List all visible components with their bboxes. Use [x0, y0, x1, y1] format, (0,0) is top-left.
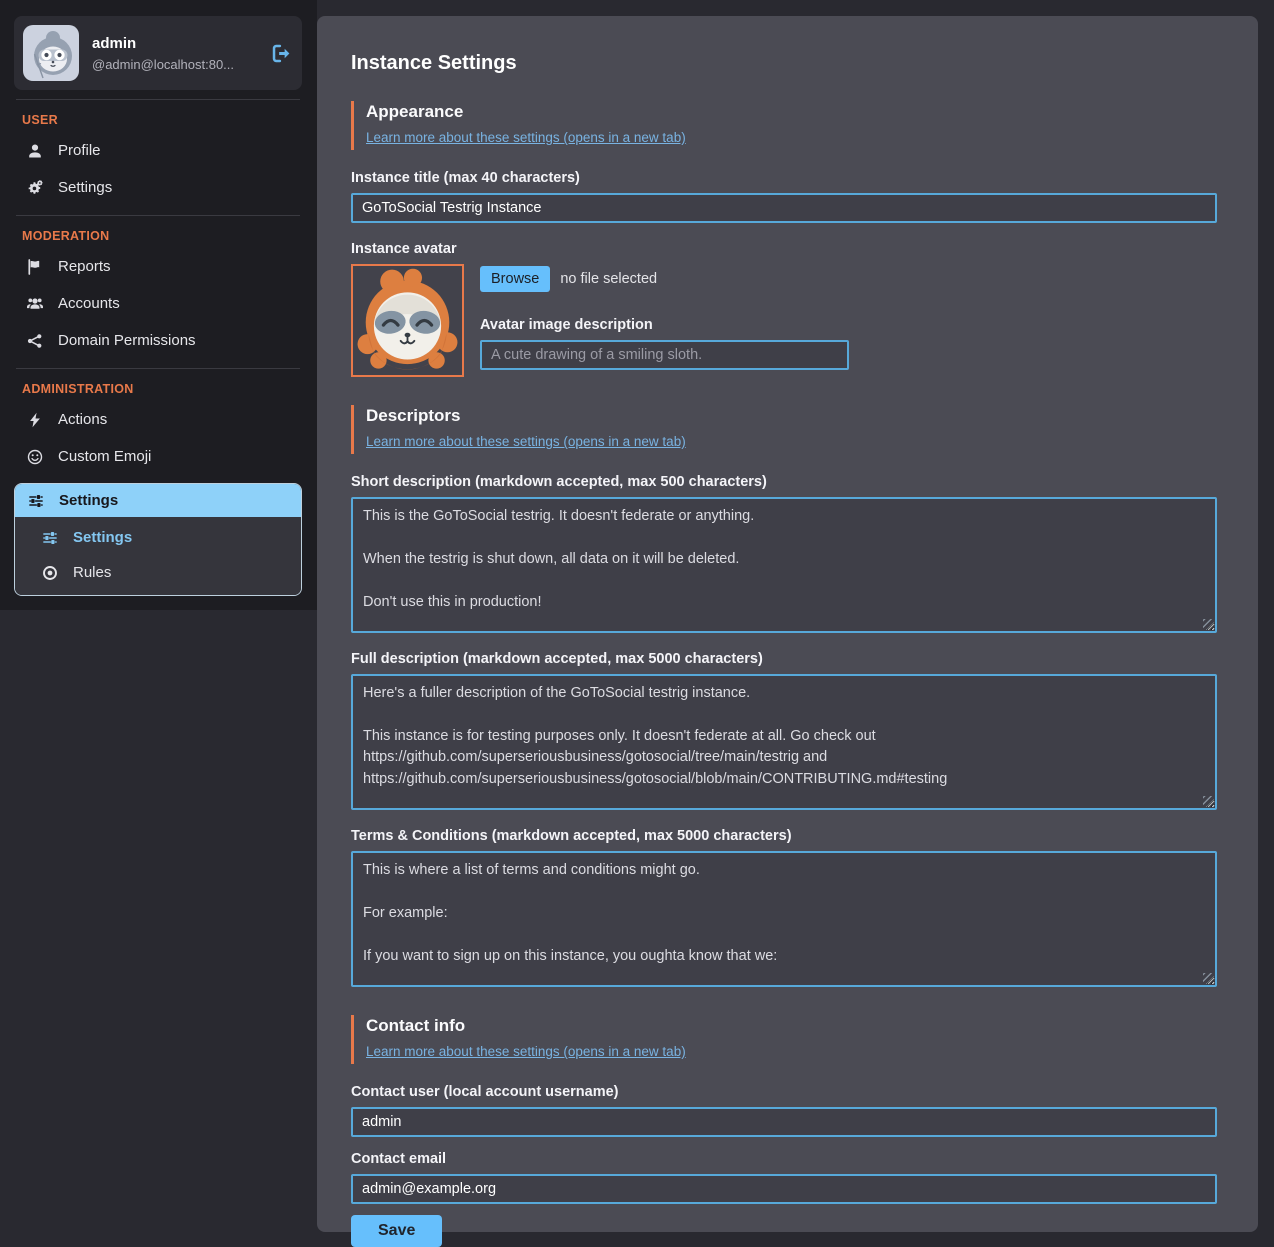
sidebar-item-label: Actions	[58, 411, 107, 428]
logout-icon[interactable]	[271, 43, 292, 64]
smile-icon	[26, 449, 44, 465]
full-description-textarea[interactable]: Here's a fuller description of the GoToS…	[351, 674, 1217, 810]
sidebar-item-rules[interactable]: Rules	[15, 555, 301, 590]
contact-email-field: Contact email	[351, 1151, 1217, 1204]
instance-avatar-label: Instance avatar	[351, 241, 1217, 257]
sidebar-item-reports[interactable]: Reports	[14, 248, 302, 285]
flag-icon	[26, 259, 44, 275]
user-handle: @admin@localhost:80...	[92, 57, 234, 72]
divider	[16, 215, 300, 216]
full-description-label: Full description (markdown accepted, max…	[351, 651, 1217, 667]
sidebar-item-domain-permissions[interactable]: Domain Permissions	[14, 322, 302, 359]
short-description-field: Short description (markdown accepted, ma…	[351, 474, 1217, 633]
instance-title-label: Instance title (max 40 characters)	[351, 170, 1217, 186]
browse-button[interactable]: Browse	[480, 266, 550, 292]
sliders-icon	[41, 530, 59, 546]
contact-user-label: Contact user (local account username)	[351, 1084, 1217, 1100]
contact-learn-more-link[interactable]: Learn more about these settings (opens i…	[366, 1044, 686, 1059]
instance-title-input[interactable]	[351, 193, 1217, 223]
contact-section-header: Contact info Learn more about these sett…	[351, 1015, 1217, 1064]
sidebar-item-label: Custom Emoji	[58, 448, 151, 465]
descriptors-heading: Descriptors	[366, 406, 1217, 426]
users-icon	[26, 296, 44, 312]
sidebar-item-label: Accounts	[58, 295, 120, 312]
settings-submenu: Settings Rules	[15, 517, 301, 595]
user-avatar	[23, 25, 79, 81]
terms-field: Terms & Conditions (markdown accepted, m…	[351, 828, 1217, 987]
bolt-icon	[26, 412, 44, 428]
short-description-label: Short description (markdown accepted, ma…	[351, 474, 1217, 490]
instance-avatar-image	[351, 264, 464, 377]
sidebar-item-label: Reports	[58, 258, 111, 275]
user-card[interactable]: admin @admin@localhost:80...	[14, 16, 302, 90]
sliders-icon	[27, 493, 45, 509]
instance-avatar-field: Instance avatar	[351, 241, 1217, 377]
descriptors-learn-more-link[interactable]: Learn more about these settings (opens i…	[366, 434, 686, 449]
sidebar-item-label: Rules	[73, 564, 111, 581]
user-meta: admin @admin@localhost:80...	[92, 35, 234, 72]
instance-title-field: Instance title (max 40 characters)	[351, 170, 1217, 223]
sidebar-item-admin-settings[interactable]: Settings	[15, 484, 301, 517]
dot-circle-icon	[41, 565, 59, 581]
divider	[16, 368, 300, 369]
page-title: Instance Settings	[351, 52, 1217, 75]
sidebar-section-moderation: MODERATION	[22, 229, 302, 243]
contact-user-input[interactable]	[351, 1107, 1217, 1137]
sidebar-item-label: Settings	[59, 492, 118, 509]
sidebar-section-user: USER	[22, 113, 302, 127]
contact-heading: Contact info	[366, 1016, 1217, 1036]
sidebar-item-accounts[interactable]: Accounts	[14, 285, 302, 322]
appearance-heading: Appearance	[366, 102, 1217, 122]
avatar-description-input[interactable]	[480, 340, 849, 370]
sidebar-item-profile[interactable]: Profile	[14, 132, 302, 169]
user-icon	[26, 143, 44, 159]
terms-label: Terms & Conditions (markdown accepted, m…	[351, 828, 1217, 844]
sidebar-item-custom-emoji[interactable]: Custom Emoji	[14, 438, 302, 475]
sidebar-item-label: Domain Permissions	[58, 332, 196, 349]
instance-settings-panel: Instance Settings Appearance Learn more …	[317, 16, 1258, 1232]
contact-email-label: Contact email	[351, 1151, 1217, 1167]
save-button[interactable]: Save	[351, 1215, 442, 1247]
short-description-textarea[interactable]: This is the GoToSocial testrig. It doesn…	[351, 497, 1217, 633]
share-nodes-icon	[26, 333, 44, 349]
file-status-text: no file selected	[560, 271, 657, 287]
sidebar-item-label: Settings	[58, 179, 112, 196]
gears-icon	[26, 180, 44, 196]
contact-user-field: Contact user (local account username)	[351, 1084, 1217, 1137]
avatar-description-label: Avatar image description	[480, 317, 1217, 333]
terms-textarea[interactable]: This is where a list of terms and condit…	[351, 851, 1217, 987]
divider	[16, 99, 300, 100]
full-description-field: Full description (markdown accepted, max…	[351, 651, 1217, 810]
sidebar: admin @admin@localhost:80... USER Profil…	[0, 0, 317, 610]
sidebar-section-administration: ADMINISTRATION	[22, 382, 302, 396]
descriptors-section-header: Descriptors Learn more about these setti…	[351, 405, 1217, 454]
sidebar-item-admin-settings-settings[interactable]: Settings	[15, 520, 301, 555]
settings-menu-group: Settings Settings	[14, 483, 302, 596]
sidebar-item-user-settings[interactable]: Settings	[14, 169, 302, 206]
user-name: admin	[92, 35, 234, 52]
appearance-learn-more-link[interactable]: Learn more about these settings (opens i…	[366, 130, 686, 145]
appearance-section-header: Appearance Learn more about these settin…	[351, 101, 1217, 150]
sidebar-item-actions[interactable]: Actions	[14, 401, 302, 438]
sidebar-item-label: Settings	[73, 529, 132, 546]
sidebar-item-label: Profile	[58, 142, 101, 159]
contact-email-input[interactable]	[351, 1174, 1217, 1204]
